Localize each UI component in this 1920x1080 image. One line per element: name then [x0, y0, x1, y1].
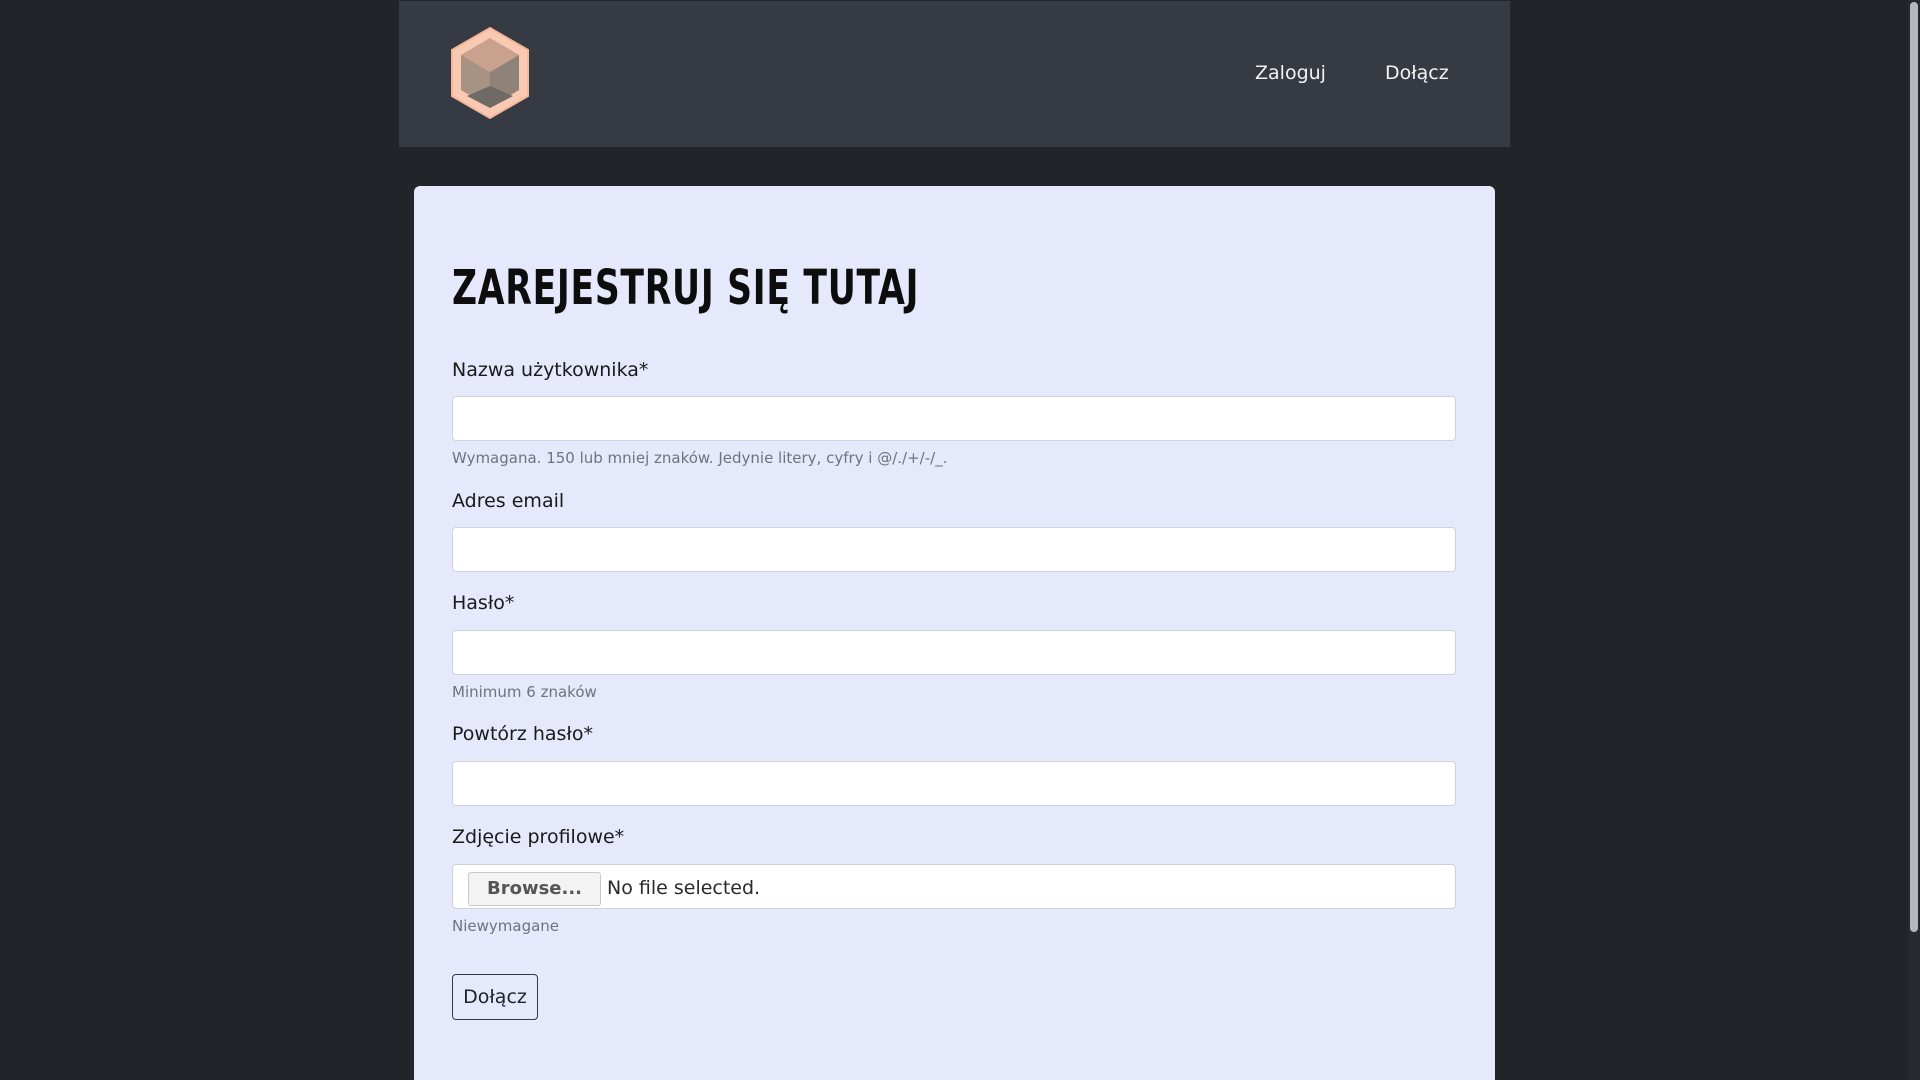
password-input[interactable]	[452, 630, 1456, 675]
avatar-file-input[interactable]: Browse... No file selected.	[452, 864, 1456, 909]
page-scrollbar[interactable]	[1908, 0, 1920, 1080]
password-repeat-input[interactable]	[452, 761, 1456, 806]
logo-svg	[451, 26, 529, 120]
nav-login-link[interactable]: Zaloguj	[1255, 59, 1326, 87]
browse-button[interactable]: Browse...	[468, 872, 601, 906]
join-submit-button[interactable]: Dołącz	[452, 974, 538, 1020]
password-label: Hasło*	[452, 592, 515, 614]
email-label: Adres email	[452, 490, 565, 512]
avatar-help-text: Niewymagane	[452, 917, 560, 935]
page: Zaloguj Dołącz ZAREJESTRUJ SIĘ TUTAJ Naz…	[0, 0, 1920, 1080]
nav-join-link[interactable]: Dołącz	[1385, 59, 1449, 87]
page-title: ZAREJESTRUJ SIĘ TUTAJ	[452, 260, 920, 316]
username-input[interactable]	[452, 396, 1456, 441]
hexagon-cube-logo-icon[interactable]	[449, 26, 531, 120]
password-repeat-label: Powtórz hasło*	[452, 723, 593, 745]
scrollbar-thumb[interactable]	[1910, 2, 1918, 932]
avatar-label: Zdjęcie profilowe*	[452, 826, 625, 848]
username-help-text: Wymagana. 150 lub mniej znaków. Jedynie …	[452, 449, 948, 467]
username-label: Nazwa użytkownika*	[452, 359, 649, 381]
email-input[interactable]	[452, 527, 1456, 572]
registration-card: ZAREJESTRUJ SIĘ TUTAJ Nazwa użytkownika*…	[414, 186, 1495, 1080]
password-help-text: Minimum 6 znaków	[452, 683, 597, 701]
navbar: Zaloguj Dołącz	[399, 1, 1510, 147]
file-status-text: No file selected.	[607, 877, 761, 899]
